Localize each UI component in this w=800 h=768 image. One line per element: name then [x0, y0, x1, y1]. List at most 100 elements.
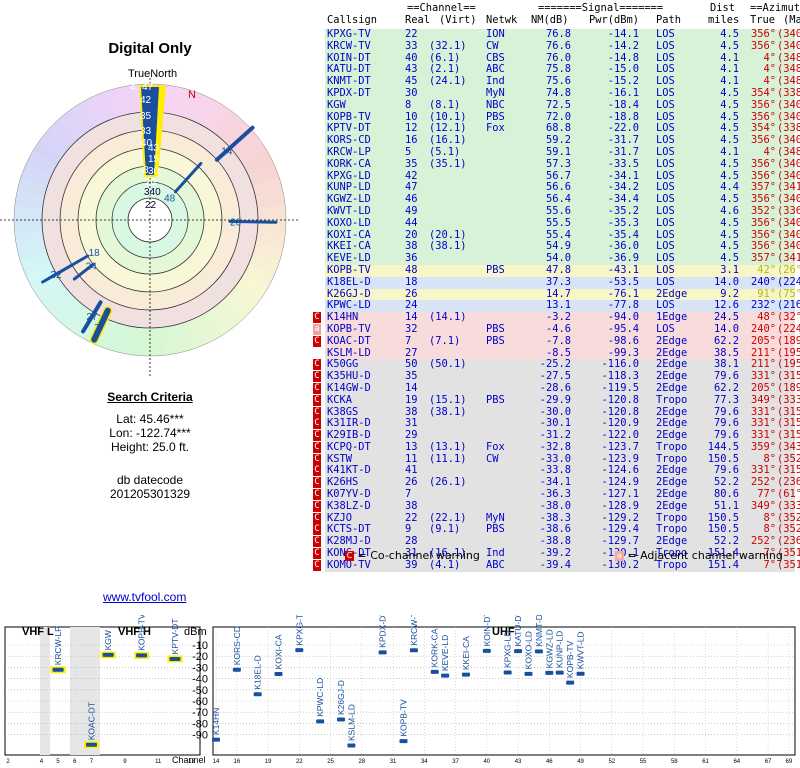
co-channel-warning-icon: C: [313, 312, 321, 324]
virtual-channel-cell: (24.1): [429, 75, 467, 88]
callsign-cell: KGW: [327, 98, 346, 111]
real-channel-cell: 14: [405, 381, 418, 394]
azimuth-magn-cell: (340°): [777, 39, 800, 52]
noise-margin-cell: -7.8: [545, 334, 571, 347]
station-callsign-label: KOPB-TV: [137, 615, 147, 651]
station-callsign-label: KATU-DT: [513, 615, 523, 647]
azimuth-true-cell: 205°: [750, 381, 776, 394]
network-cell: CW: [486, 452, 499, 465]
station-callsign-label: KOAC-DT: [86, 702, 96, 740]
path-cell: LOS: [656, 39, 675, 52]
power-cell: -35.3: [607, 216, 639, 229]
co-channel-warning-icon: C: [313, 489, 321, 501]
co-channel-warning-icon: C: [313, 500, 321, 512]
azimuth-radar: N4 47423533404315308203822340221448261832…: [0, 78, 300, 378]
uhf-channel-tick: 14: [213, 759, 220, 765]
beam-label: 26: [230, 218, 242, 229]
callsign-cell: KOAC-DT: [327, 334, 371, 347]
station-bar: [274, 671, 283, 676]
height-value: Height: 25.0 ft.: [110, 440, 190, 454]
vhf-gap-shade: [40, 627, 50, 755]
station-callsign-label: KWVT-LD: [576, 631, 586, 669]
table-row: KPDX-DT 30 MyN 74.8 -16.1 LOS 4.5 354°(338°): [325, 86, 800, 100]
virtual-channel-cell: (8.1): [429, 98, 461, 111]
network-cell: PBS: [486, 263, 505, 276]
spectrum-chart: VHF L VHF H UHFdBm-10-20-30-40-50-60-70-80…: [4, 615, 796, 765]
network-cell: PBS: [486, 523, 505, 536]
noise-margin-cell: 37.3: [545, 275, 571, 288]
real-channel-cell: 30: [405, 86, 418, 99]
virtual-channel-cell: (50.1): [429, 358, 467, 371]
azimuth-magn-cell: (340°): [777, 157, 800, 170]
network-cell: CW: [486, 39, 499, 52]
power-cell: -95.4: [607, 322, 639, 335]
db-tick-label: -20: [192, 651, 208, 663]
path-cell: LOS: [656, 216, 675, 229]
station-bar: [566, 680, 575, 685]
noise-margin-cell: 55.6: [545, 204, 571, 217]
path-cell: LOS: [656, 322, 675, 335]
uhf-channel-tick: 19: [265, 759, 272, 765]
azimuth-true-cell: 356°: [750, 39, 776, 52]
power-cell: -128.9: [601, 499, 639, 512]
uhf-channel-tick: 28: [358, 759, 365, 765]
distance-cell: 14.0: [713, 322, 739, 335]
station-callsign-label: KORS-CD: [232, 626, 242, 665]
co-channel-warning-icon: C: [313, 536, 321, 548]
station-bar: [136, 653, 148, 658]
distance-cell: 77.3: [713, 393, 739, 406]
station-callsign-label: KOPB-TV: [565, 640, 575, 678]
network-cell: Fox: [486, 440, 505, 453]
table-row: KOAC-DT 7 (7.1) PBS -7.8 -98.6 2Edge 62.2 205° (1…: [313, 334, 800, 348]
table-row: KRCW-LP 5 (5.1) 59.1 -31.7 LOS 4.1 4°(348°): [325, 145, 800, 159]
station-bar: [399, 739, 408, 744]
co-channel-warning-icon: C: [313, 335, 321, 347]
co-channel-warning-icon: C: [313, 559, 321, 571]
distance-cell: 4.6: [720, 204, 739, 217]
adjacent-channel-legend-text: = Adjacent channel warning: [627, 549, 783, 562]
station-bar: [409, 648, 418, 653]
azimuth-magn-cell: (333°): [777, 393, 800, 406]
callsign-cell: KCPQ-DT: [327, 440, 371, 453]
distance-cell: 62.2: [713, 381, 739, 394]
db-tick-label: -10: [192, 640, 208, 652]
tvfool-link[interactable]: www.tvfool.com: [103, 590, 186, 604]
power-cell: -123.7: [601, 440, 639, 453]
beam-label: 32: [50, 270, 62, 281]
db-tick-label: -80: [192, 718, 208, 730]
station-bar: [378, 650, 387, 655]
callsign-cell: KRCW-LP: [327, 145, 371, 158]
distance-cell: 4.1: [720, 145, 739, 158]
search-criteria-heading: Search Criteria: [107, 390, 193, 404]
uhf-channel-tick: 61: [702, 759, 709, 765]
station-callsign-label: KRCW-LP: [53, 626, 63, 665]
uhf-channel-tick: 52: [608, 759, 615, 765]
virtual-channel-cell: (9.1): [429, 523, 461, 536]
virtual-channel-cell: (26.1): [429, 476, 467, 489]
station-bar: [253, 692, 262, 697]
power-cell: -33.5: [607, 157, 639, 170]
azimuth-magn-cell: (26°): [777, 263, 800, 276]
co-channel-warning-icon: C: [313, 430, 321, 442]
station-bar: [232, 667, 241, 672]
station-bar: [102, 652, 114, 657]
station-bar: [545, 670, 554, 675]
radar-station-label: 35: [140, 111, 152, 122]
power-cell: -16.1: [607, 86, 639, 99]
co-channel-warning-icon: C: [313, 465, 321, 477]
noise-margin-cell: 72.5: [545, 98, 571, 111]
lon-value: Lon: -122.74***: [109, 426, 191, 440]
path-cell: Tropo: [656, 440, 688, 453]
dbm-label: dBm: [184, 626, 207, 638]
azimuth-true-cell: 205°: [750, 334, 776, 347]
station-bar: [524, 671, 533, 676]
station-callsign-label: KGWZ-LD: [544, 629, 554, 668]
real-channel-cell: 13: [405, 440, 418, 453]
station-callsign-label: KOPB-TV: [398, 699, 408, 737]
uhf-channel-tick: 64: [733, 759, 740, 765]
lat-value: Lat: 45.46***: [116, 412, 184, 426]
virtual-channel-cell: (15.1): [429, 393, 467, 406]
real-channel-cell: 33: [405, 39, 418, 52]
callsign-cell: KOPB-TV: [327, 322, 371, 335]
station-callsign-label: KOIN-DT: [482, 615, 492, 646]
